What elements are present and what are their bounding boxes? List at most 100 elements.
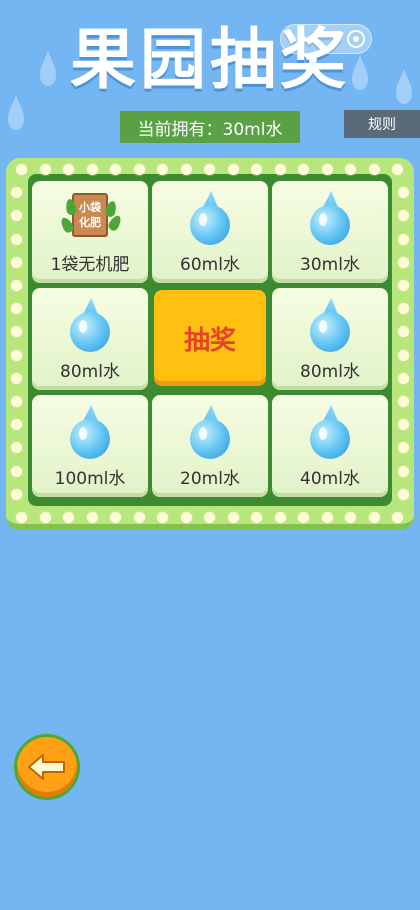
- board-light: [39, 512, 51, 523]
- board-light: [398, 442, 409, 454]
- prize-cell: 80ml水: [32, 288, 148, 390]
- board-light: [398, 372, 409, 384]
- board-light: [180, 512, 192, 523]
- board-light: [204, 512, 215, 523]
- board-light: [11, 326, 22, 338]
- prize-cell: 80ml水: [272, 288, 388, 390]
- board-light: [398, 326, 409, 338]
- board-light: [398, 303, 409, 315]
- board-light: [392, 512, 403, 523]
- board-light: [86, 164, 98, 175]
- board-light: [11, 442, 22, 454]
- fertilizer-bag-icon: 小袋 化肥: [72, 193, 108, 237]
- water-drop-icon: [190, 405, 230, 459]
- board-light: [11, 303, 22, 315]
- prize-cell: 20ml水: [152, 395, 268, 497]
- water-drop-icon: [310, 191, 350, 245]
- board-light: [63, 512, 74, 523]
- more-icon[interactable]: •••: [287, 30, 321, 49]
- board-light: [345, 164, 356, 175]
- board-light: [11, 256, 22, 268]
- prize-cell: 30ml水: [272, 181, 388, 283]
- board-light: [11, 396, 22, 407]
- board-light: [11, 419, 22, 431]
- draw-button[interactable]: 抽奖: [154, 290, 266, 386]
- prize-label: 1袋无机肥: [50, 255, 130, 275]
- prize-label: 30ml水: [300, 255, 360, 275]
- prize-cell: 40ml水: [272, 395, 388, 497]
- lottery-board: 小袋化肥 1袋无机肥 60ml水 30ml水 80ml水 80ml水 100ml水 20ml水…: [6, 158, 414, 530]
- board-light: [110, 512, 121, 523]
- board-light: [133, 512, 145, 523]
- board-light: [11, 187, 22, 199]
- water-drop-icon: [70, 405, 110, 459]
- board-light: [227, 512, 239, 523]
- board-light: [321, 512, 333, 523]
- prize-cell: 100ml水: [32, 395, 148, 497]
- board-light: [398, 280, 409, 291]
- board-light: [298, 164, 309, 175]
- board-light: [274, 164, 286, 175]
- lottery-grid: 小袋化肥 1袋无机肥 60ml水 30ml水 80ml水 80ml水 100ml水 20ml水…: [28, 174, 392, 506]
- board-light: [16, 512, 27, 523]
- board-light: [180, 164, 192, 175]
- board-light: [133, 164, 145, 175]
- decor-drop-icon: [8, 104, 24, 130]
- board-light: [398, 396, 409, 407]
- fertilizer-bag-text: 小袋: [79, 201, 101, 214]
- board-light: [11, 488, 22, 500]
- board-light: [11, 210, 22, 222]
- board-light: [110, 164, 121, 175]
- board-light: [398, 233, 409, 245]
- prize-cell: 小袋化肥 1袋无机肥: [32, 181, 148, 283]
- board-light: [398, 419, 409, 431]
- board-light: [251, 164, 262, 175]
- board-light: [398, 210, 409, 222]
- board-light: [11, 280, 22, 291]
- board-light: [398, 187, 409, 199]
- board-light: [63, 164, 74, 175]
- board-light: [368, 164, 380, 175]
- board-light: [11, 372, 22, 384]
- page-title: 果园抽奖: [70, 21, 350, 98]
- board-light: [398, 488, 409, 500]
- capsule-divider: [333, 30, 335, 48]
- board-light: [204, 164, 215, 175]
- close-target-icon[interactable]: [346, 30, 365, 48]
- rules-button[interactable]: 规则: [344, 110, 420, 138]
- prize-label: 80ml水: [300, 362, 360, 382]
- fertilizer-bag-text: 化肥: [79, 216, 101, 229]
- board-light: [274, 512, 286, 523]
- board-light: [398, 465, 409, 477]
- board-light: [11, 349, 22, 361]
- prize-label: 80ml水: [60, 362, 120, 382]
- board-light: [157, 512, 168, 523]
- water-drop-icon: [310, 298, 350, 352]
- board-light: [157, 164, 168, 175]
- back-button[interactable]: [14, 734, 80, 800]
- prize-label: 40ml水: [300, 469, 360, 489]
- board-light: [398, 256, 409, 268]
- board-light: [11, 233, 22, 245]
- board-light: [398, 349, 409, 361]
- holdings-label: 当前拥有：30ml水: [120, 111, 300, 143]
- board-light: [368, 512, 380, 523]
- board-light: [11, 465, 22, 477]
- water-drop-icon: [190, 191, 230, 245]
- mini-program-capsule[interactable]: •••: [280, 24, 372, 54]
- board-light: [345, 512, 356, 523]
- board-light: [16, 164, 27, 175]
- board-light: [298, 512, 309, 523]
- board-light: [227, 164, 239, 175]
- water-drop-icon: [70, 298, 110, 352]
- board-light: [321, 164, 333, 175]
- board-light: [39, 164, 51, 175]
- water-drop-icon: [310, 405, 350, 459]
- board-light: [392, 164, 403, 175]
- back-arrow-icon: [28, 754, 65, 780]
- board-light: [251, 512, 262, 523]
- prize-label: 20ml水: [180, 469, 240, 489]
- prize-label: 60ml水: [180, 255, 240, 275]
- board-light: [86, 512, 98, 523]
- prize-label: 100ml水: [54, 469, 126, 489]
